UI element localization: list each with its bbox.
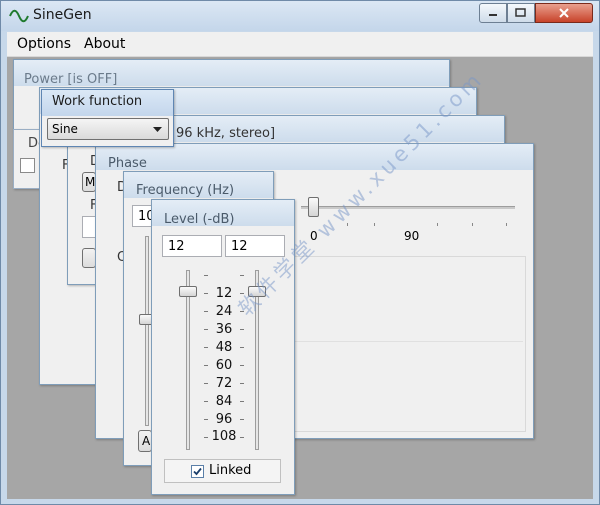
- frequency-input[interactable]: 10: [132, 205, 152, 227]
- menu-bar: Options About: [7, 32, 593, 57]
- scale-72: 72: [215, 376, 233, 391]
- chevron-down-icon: [153, 127, 162, 132]
- minimize-icon: [489, 14, 497, 16]
- scale-84: 84: [215, 394, 233, 409]
- backwin-m-button[interactable]: M: [82, 172, 96, 192]
- level-window-title: Level (-dB): [164, 212, 235, 227]
- phase-tick-90: 90: [404, 229, 420, 243]
- window-title: SineGen: [33, 7, 92, 23]
- work-function-window[interactable]: Work function Sine: [41, 89, 174, 147]
- phase-window-caption[interactable]: [96, 144, 533, 170]
- close-icon: [559, 8, 569, 18]
- menu-options[interactable]: Options: [17, 36, 71, 52]
- linked-group[interactable]: Linked: [164, 459, 281, 483]
- level-window[interactable]: Level (-dB) 12 12 12 24 36 48 60 72 84 9…: [151, 199, 295, 495]
- maximize-button[interactable]: [507, 3, 535, 23]
- linked-checkbox[interactable]: [191, 465, 204, 478]
- scale-36: 36: [215, 322, 233, 337]
- scale-108: 108: [211, 429, 237, 444]
- minimize-button[interactable]: [479, 3, 507, 23]
- work-function-select[interactable]: Sine: [47, 118, 169, 140]
- level-left-input[interactable]: 12: [162, 235, 222, 257]
- level-left-slider-thumb[interactable]: [179, 286, 197, 297]
- level-right-value: 12: [231, 239, 248, 254]
- work-function-title: Work function: [52, 94, 143, 109]
- level-right-input[interactable]: 12: [225, 235, 285, 257]
- app-window: SineGen Options About Power [is OFF] On …: [0, 0, 600, 505]
- backwin-m-label: M: [85, 175, 96, 189]
- frequency-value: 10: [138, 209, 151, 224]
- sine-wave-icon: [9, 9, 29, 23]
- maximize-icon: [515, 8, 526, 17]
- title-bar[interactable]: SineGen: [1, 1, 599, 31]
- level-left-slider-track[interactable]: [186, 270, 190, 450]
- device-info-text: 96 kHz, stereo]: [176, 126, 276, 141]
- scale-60: 60: [215, 358, 233, 373]
- phase-panel: [294, 256, 526, 432]
- backwin-button[interactable]: [82, 248, 96, 268]
- phase-window-title: Phase: [108, 156, 147, 171]
- close-button[interactable]: [535, 3, 593, 23]
- power-window-title: Power [is OFF]: [24, 72, 118, 87]
- backwin-input[interactable]: [82, 216, 96, 238]
- linked-label: Linked: [209, 463, 252, 478]
- scale-24: 24: [215, 304, 233, 319]
- menu-about[interactable]: About: [84, 36, 125, 52]
- frequency-a-button[interactable]: A: [138, 430, 152, 452]
- checkmark-icon: [193, 467, 202, 476]
- level-left-value: 12: [168, 239, 185, 254]
- work-function-value: Sine: [52, 122, 78, 136]
- scale-96: 96: [215, 412, 233, 427]
- device-checkbox[interactable]: [20, 158, 35, 173]
- scale-48: 48: [215, 340, 233, 355]
- frequency-slider-track[interactable]: [145, 236, 149, 426]
- frequency-a-label: A: [142, 434, 151, 448]
- frequency-window-title: Frequency (Hz): [136, 183, 235, 198]
